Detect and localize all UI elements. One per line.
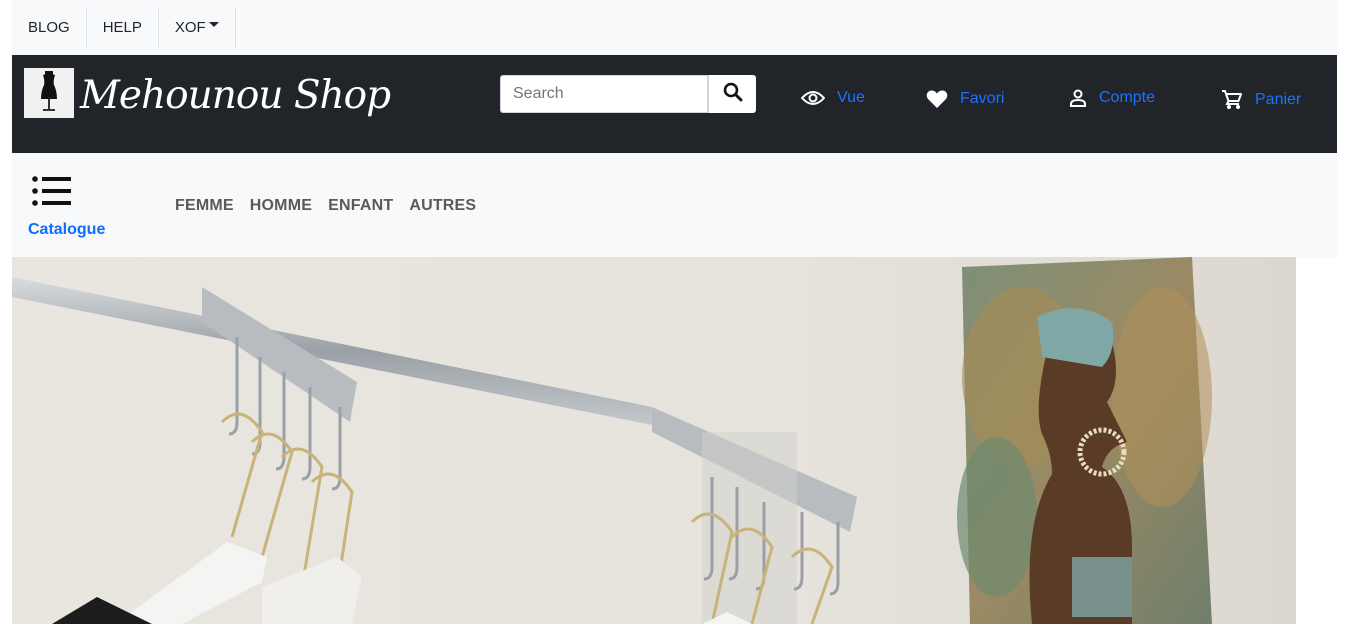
cart-icon — [1221, 89, 1243, 111]
category-homme[interactable]: HOMME — [250, 197, 312, 215]
category-bar: Catalogue FEMME HOMME ENFANT AUTRES — [12, 153, 1337, 257]
heart-icon — [926, 89, 948, 109]
dress-form-icon — [34, 68, 64, 119]
help-link-label: HELP — [102, 19, 142, 36]
catalogue-label: Catalogue — [28, 221, 106, 238]
search-bar — [500, 75, 756, 113]
search-input[interactable] — [500, 75, 708, 113]
nav-panier-label: Panier — [1255, 91, 1302, 108]
help-link[interactable]: HELP — [87, 7, 159, 48]
logo[interactable] — [24, 68, 74, 118]
user-icon — [1069, 89, 1087, 107]
category-enfant[interactable]: ENFANT — [328, 197, 393, 215]
currency-label: XOF — [174, 19, 206, 36]
top-utility-bar: BLOG HELP XOF — [12, 0, 1337, 55]
blog-link[interactable]: BLOG — [12, 7, 87, 48]
category-nav: FEMME HOMME ENFANT AUTRES — [175, 197, 476, 215]
nav-vue[interactable]: Vue — [801, 89, 865, 107]
currency-dropdown[interactable]: XOF — [159, 7, 236, 48]
brand-name[interactable]: Mehounou Shop — [80, 73, 391, 118]
category-autres[interactable]: AUTRES — [409, 197, 476, 215]
nav-vue-label: Vue — [837, 89, 865, 106]
blog-link-label: BLOG — [28, 19, 70, 36]
main-header: Mehounou Shop Vue Favori Compte Panier — [12, 55, 1337, 153]
caret-down-icon — [208, 22, 219, 27]
nav-favori[interactable]: Favori — [926, 89, 1004, 109]
search-button[interactable] — [708, 75, 756, 113]
nav-favori-label: Favori — [960, 90, 1005, 107]
nav-panier[interactable]: Panier — [1221, 89, 1301, 111]
search-icon — [723, 82, 743, 107]
hero-banner-image — [12, 257, 1296, 624]
nav-compte-label: Compte — [1099, 89, 1156, 106]
nav-compte[interactable]: Compte — [1069, 89, 1155, 107]
category-femme[interactable]: FEMME — [175, 197, 234, 215]
eye-icon — [801, 90, 825, 106]
